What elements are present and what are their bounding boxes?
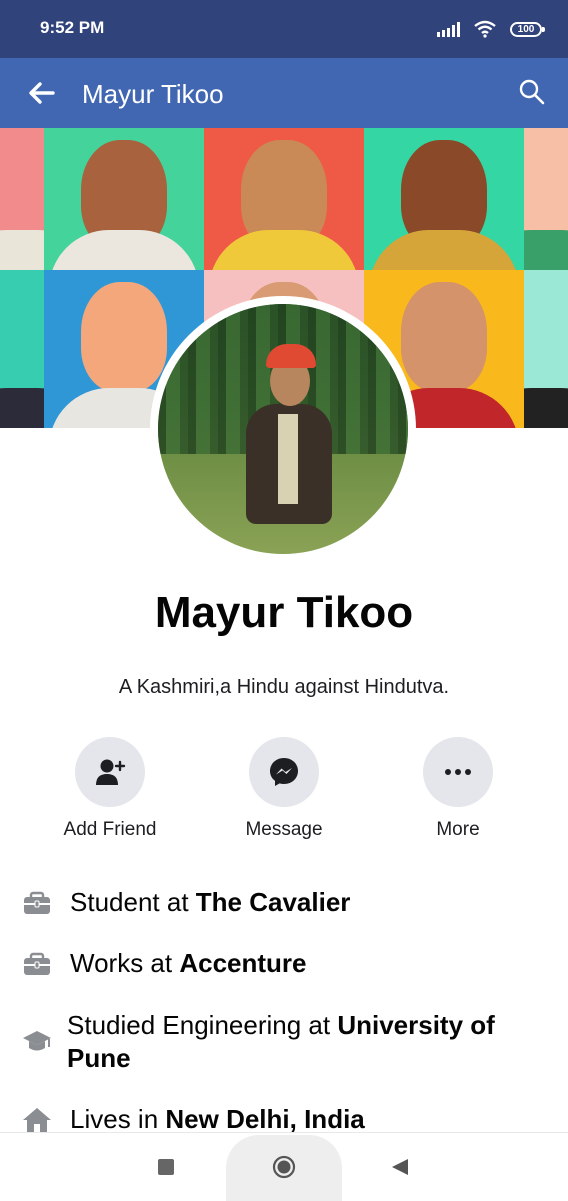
message-label: Message (245, 819, 323, 840)
status-bar: 9:52 PM 100 (0, 0, 568, 58)
add-friend-label: Add Friend (63, 819, 157, 840)
profile-bio: A Kashmiri,a Hindu against Hindutva. (118, 676, 450, 698)
more-circle[interactable] (423, 737, 493, 807)
system-nav-bar (0, 1132, 568, 1201)
briefcase-icon (24, 952, 50, 975)
add-friend-circle[interactable] (75, 737, 145, 807)
battery-icon: 100 (510, 21, 545, 37)
search-icon[interactable] (518, 78, 546, 106)
briefcase-icon (24, 891, 50, 914)
app-bar: Mayur Tikoo (0, 58, 568, 128)
more-label: More (436, 819, 480, 840)
more-button[interactable]: More (388, 737, 528, 841)
home-icon (23, 1108, 51, 1133)
back-triangle-icon[interactable] (390, 1157, 410, 1177)
add-friend-button[interactable]: Add Friend (40, 737, 180, 841)
info-text: Studied Engineering at University of Pun… (67, 1010, 495, 1073)
recent-apps-icon[interactable] (158, 1159, 174, 1175)
profile-picture[interactable] (150, 296, 416, 562)
status-time: 9:52 PM (40, 18, 105, 37)
info-text: Works at Accenture (70, 948, 307, 978)
messenger-icon (270, 758, 298, 786)
graduation-cap-icon (23, 1031, 51, 1051)
info-text: Student at The Cavalier (70, 887, 351, 917)
info-item-education[interactable]: Studied Engineering at University of Pun… (22, 1009, 542, 1075)
signal-icon (437, 21, 460, 37)
back-arrow-icon[interactable] (26, 78, 56, 108)
page-title: Mayur Tikoo (82, 79, 224, 109)
info-item-work[interactable]: Works at Accenture (22, 947, 542, 980)
more-icon (445, 769, 471, 775)
status-icons: 100 (437, 20, 545, 38)
add-friend-icon (96, 759, 126, 785)
wifi-icon (474, 20, 496, 38)
profile-photo (158, 304, 408, 554)
profile-name: Mayur Tikoo (154, 588, 414, 637)
message-button[interactable]: Message (214, 737, 354, 841)
battery-level: 100 (517, 23, 535, 35)
info-item-work[interactable]: Student at The Cavalier (22, 886, 542, 919)
message-circle[interactable] (249, 737, 319, 807)
home-circle-icon[interactable] (272, 1155, 296, 1179)
